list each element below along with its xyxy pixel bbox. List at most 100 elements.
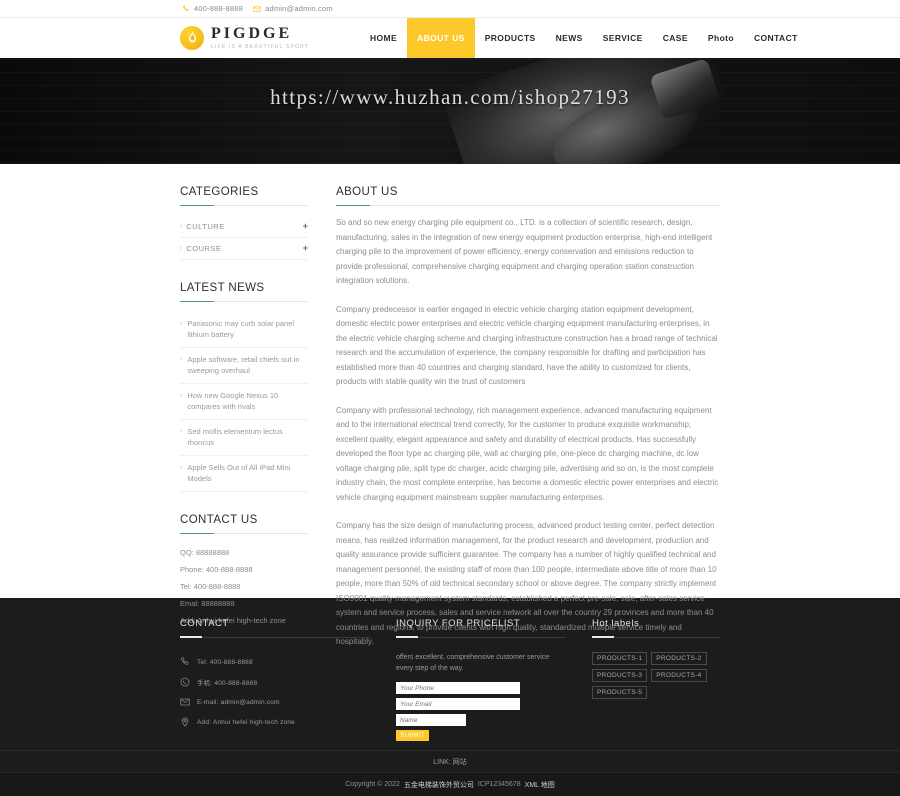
xml-sitemap-link[interactable]: XML 地图 <box>525 780 555 790</box>
news-item-title: Panasonic may curb solar panel lithium b… <box>187 319 295 339</box>
news-item-title: Apple software, retail chiefs out in swe… <box>187 355 300 375</box>
contact-phone: Phone: 400-888-8888 <box>180 565 253 574</box>
hot-label-tag[interactable]: PRODUCTS-3 <box>592 669 648 682</box>
news-list-item[interactable]: › How new Google Nexus 10 compares with … <box>180 384 308 420</box>
footer-inquiry-column: INQUIRY FOR PRICELIST offers excellent, … <box>396 618 566 750</box>
footer-contact-title: CONTACT <box>180 618 229 629</box>
brand-tagline: LIFE IS A BEAUTIFUL SPORT <box>211 44 310 50</box>
email-input[interactable] <box>396 698 520 710</box>
logo[interactable]: PIGDGE LIFE IS A BEAUTIFUL SPORT <box>0 18 360 58</box>
brand-name: PIGDGE <box>211 25 293 42</box>
friend-link-bar[interactable]: LINK: 网站 <box>0 750 900 772</box>
latest-news-divider <box>180 301 308 302</box>
chevron-right-icon: › <box>180 222 183 230</box>
topbar-email: admin@admin.com <box>253 4 333 13</box>
sidebar-category-course[interactable]: › COURSE + <box>180 238 308 260</box>
sidebar: CATEGORIES › CULTURE + › COURSE + LATEST… <box>180 182 308 625</box>
categories-title: CATEGORIES <box>180 186 259 198</box>
contact-us-divider <box>180 533 308 534</box>
news-item-title: How new Google Nexus 10 compares with ri… <box>187 391 279 411</box>
contact-tel: Tel: 400-888-8888 <box>180 582 241 591</box>
page-root: 400-888-8888 admin@admin.com PIGDGE LIFE… <box>0 0 900 796</box>
site-header: PIGDGE LIFE IS A BEAUTIFUL SPORT HOME AB… <box>0 18 900 58</box>
footer-contact-tel-text: Tel: 400-888-8888 <box>197 658 253 666</box>
latest-news-block: LATEST NEWS › Panasonic may curb solar p… <box>180 282 308 492</box>
chevron-right-icon: › <box>180 244 183 252</box>
nav-item-news[interactable]: NEWS <box>546 18 593 58</box>
phone-input[interactable] <box>396 682 520 694</box>
nav-item-contact[interactable]: CONTACT <box>744 18 808 58</box>
hot-labels-list: PRODUCTS-1 PRODUCTS-2 PRODUCTS-3 PRODUCT… <box>592 652 720 699</box>
site-footer: CONTACT Tel: 400-888-8888 手机: 400-888-88… <box>0 598 900 750</box>
footer-contact-divider <box>180 636 370 638</box>
main-nav: HOME ABOUT US PRODUCTS NEWS SERVICE CASE… <box>360 18 900 58</box>
phone-icon <box>180 657 190 667</box>
nav-item-case[interactable]: CASE <box>653 18 698 58</box>
chevron-right-icon: › <box>180 464 183 471</box>
contact-qq: QQ: 88888888 <box>180 548 230 557</box>
banner-watermark: https://www.huzhan.com/ishop27193 <box>270 85 630 109</box>
content-area: ABOUT US So and so new energy charging p… <box>336 182 720 646</box>
chevron-right-icon: › <box>180 356 183 363</box>
nav-item-service[interactable]: SERVICE <box>593 18 653 58</box>
news-item-title: Sed mollis elementum lectus rhoncus <box>187 427 283 447</box>
footer-contact-tel: Tel: 400-888-8888 <box>180 652 370 672</box>
topbar-email-text: admin@admin.com <box>265 4 333 13</box>
footer-inquiry-divider <box>396 636 566 638</box>
chevron-right-icon: › <box>180 392 183 399</box>
news-list-item[interactable]: › Sed mollis elementum lectus rhoncus <box>180 420 308 456</box>
footer-contact-mobile-text: 手机: 400-888-8888 <box>197 680 258 687</box>
hot-labels-title: Hot labels <box>592 618 640 629</box>
sidebar-category-culture[interactable]: › CULTURE + <box>180 216 308 238</box>
plus-icon[interactable]: + <box>303 243 308 253</box>
about-paragraph-3: Company with professional technology, ri… <box>336 405 719 502</box>
logo-text: PIGDGE LIFE IS A BEAUTIFUL SPORT <box>211 26 309 50</box>
hot-label-tag[interactable]: PRODUCTS-5 <box>592 686 648 699</box>
plus-icon[interactable]: + <box>303 221 308 231</box>
news-item-title: Apple Sells Out of All iPad Mini Models <box>187 463 291 483</box>
name-input[interactable] <box>396 714 466 726</box>
phone-icon <box>182 5 190 13</box>
flame-logo-icon <box>180 26 204 50</box>
hot-label-tag[interactable]: PRODUCTS-2 <box>651 652 707 665</box>
submit-button[interactable]: SUBMIT <box>396 730 429 741</box>
categories-divider <box>180 205 308 206</box>
nav-item-about-us[interactable]: ABOUT US <box>407 18 475 58</box>
category-label: COURSE <box>186 243 222 253</box>
footer-contact-mobile: 手机: 400-888-8888 <box>180 672 370 692</box>
footer-inquiry-title: INQUIRY FOR PRICELIST <box>396 618 521 629</box>
hot-label-tag[interactable]: PRODUCTS-4 <box>651 669 707 682</box>
mail-icon <box>253 5 261 13</box>
footer-hot-labels-column: Hot labels PRODUCTS-1 PRODUCTS-2 PRODUCT… <box>592 618 720 750</box>
chevron-right-icon: › <box>180 320 183 327</box>
news-list-item[interactable]: › Panasonic may curb solar panel lithium… <box>180 312 308 348</box>
footer-contact-address-text: Add: Anhui hefei high-tech zone <box>197 718 295 726</box>
nav-item-products[interactable]: PRODUCTS <box>475 18 546 58</box>
copyright-company: 五金电梯装饰外贸公司 <box>403 781 474 789</box>
footer-contact-column: CONTACT Tel: 400-888-8888 手机: 400-888-88… <box>180 618 370 750</box>
nav-item-photo[interactable]: Photo <box>698 18 744 58</box>
latest-news-title: LATEST NEWS <box>180 282 265 294</box>
about-paragraph-2: Company predecessor is earlier engaged i… <box>336 304 718 387</box>
news-list-item[interactable]: › Apple software, retail chiefs out in s… <box>180 348 308 384</box>
top-bar: 400-888-8888 admin@admin.com <box>0 0 900 18</box>
news-list-item[interactable]: › Apple Sells Out of All iPad Mini Model… <box>180 456 308 492</box>
category-label: CULTURE <box>186 221 225 231</box>
hot-label-tag[interactable]: PRODUCTS-1 <box>592 652 648 665</box>
whatsapp-icon <box>180 677 190 687</box>
footer-contact-email: E-mail: admin@admin.com <box>180 692 370 712</box>
copyright-bar: Copyright © 2022 五金电梯装饰外贸公司 ICP12345678 … <box>0 772 900 796</box>
inquiry-description: offers excellent, comprehensive customer… <box>396 654 550 672</box>
contact-us-title: CONTACT US <box>180 514 258 526</box>
contact-email: Emal: 88888888 <box>180 599 235 608</box>
mail-icon <box>180 697 190 707</box>
topbar-phone: 400-888-8888 <box>182 4 243 13</box>
footer-contact-email-text: E-mail: admin@admin.com <box>197 698 280 706</box>
location-pin-icon <box>180 717 190 727</box>
chevron-right-icon: › <box>180 428 183 435</box>
page-title: ABOUT US <box>336 186 398 198</box>
page-title-divider <box>336 205 720 206</box>
main-area: CATEGORIES › CULTURE + › COURSE + LATEST… <box>0 164 900 646</box>
nav-item-home[interactable]: HOME <box>360 18 407 58</box>
hero-banner: https://www.huzhan.com/ishop27193 <box>0 58 900 164</box>
